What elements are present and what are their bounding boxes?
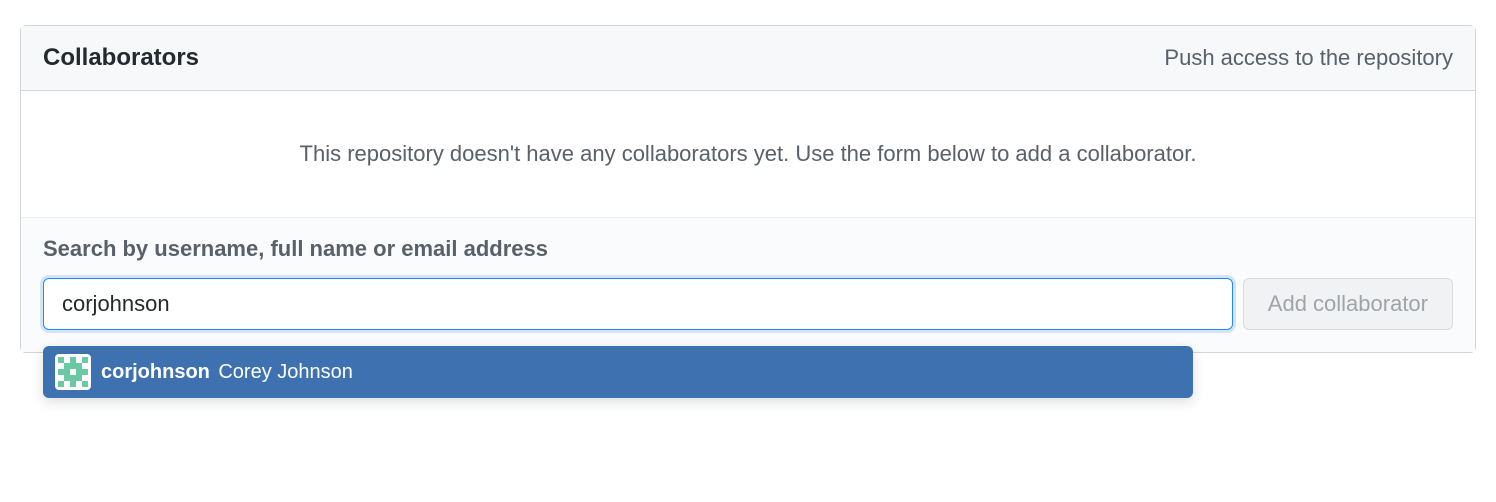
autocomplete-username: corjohnson [101,361,210,383]
collaborator-search-input[interactable] [43,278,1233,330]
autocomplete-fullname: Corey Johnson [218,361,353,383]
panel-title: Collaborators [43,44,199,72]
collaborators-panel: Collaborators Push access to the reposit… [20,25,1476,353]
autocomplete-dropdown: corjohnson Corey Johnson [43,346,1193,398]
search-row: Add collaborator [43,278,1453,330]
empty-collaborators-message: This repository doesn't have any collabo… [43,141,1453,167]
panel-header: Collaborators Push access to the reposit… [21,26,1475,91]
add-collaborator-button[interactable]: Add collaborator [1243,278,1453,330]
panel-footer: Search by username, full name or email a… [21,217,1475,352]
autocomplete-item[interactable]: corjohnson Corey Johnson [43,346,1193,398]
panel-body: This repository doesn't have any collabo… [21,91,1475,217]
avatar-identicon-icon [55,354,91,390]
panel-subtitle: Push access to the repository [1164,45,1453,71]
search-label: Search by username, full name or email a… [43,236,1453,262]
